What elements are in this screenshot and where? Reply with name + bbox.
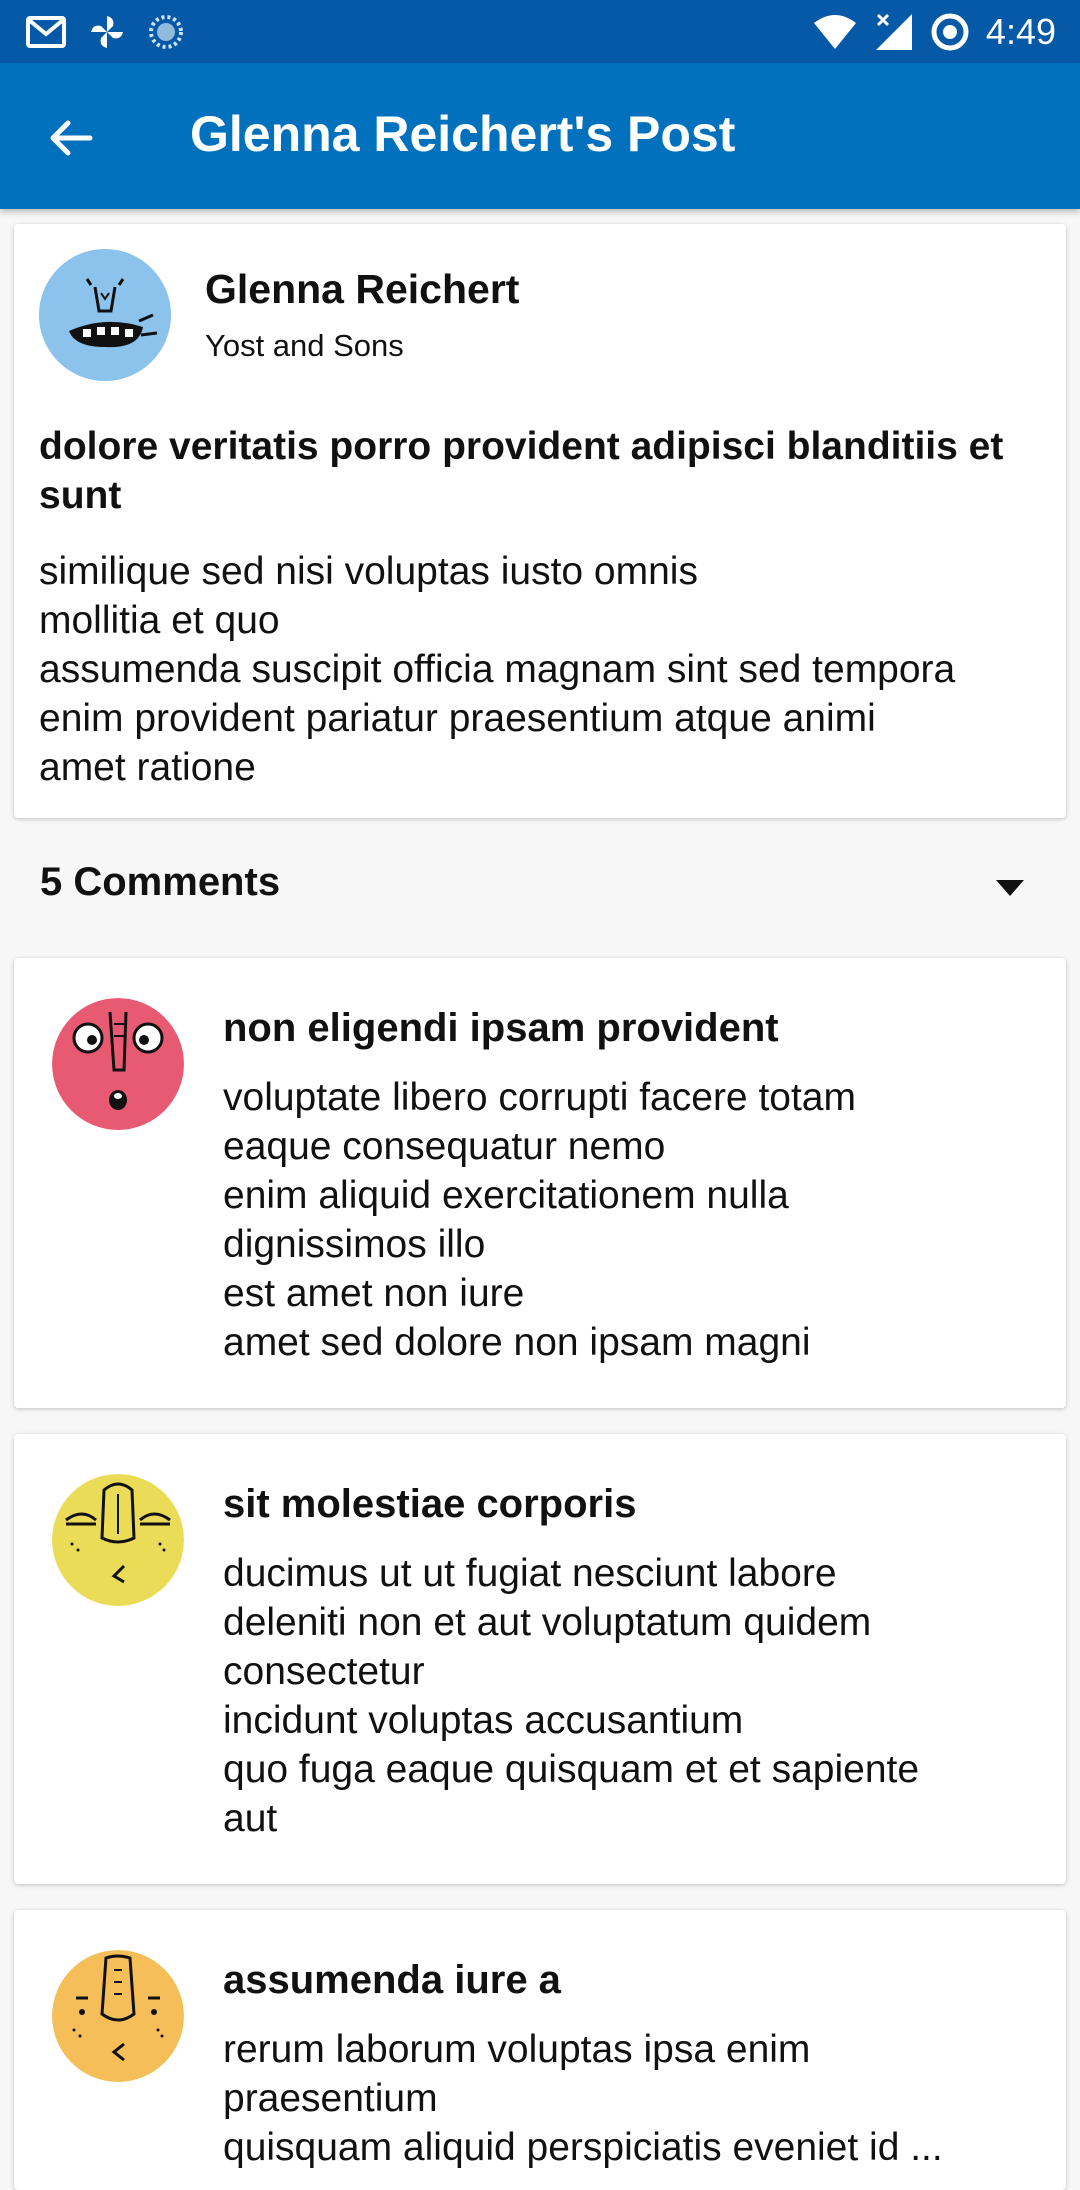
sync-icon — [149, 15, 183, 49]
caret-down-icon — [996, 880, 1024, 896]
comments-toggle-button[interactable] — [990, 868, 1030, 908]
author-avatar[interactable] — [39, 249, 171, 381]
comment-title: assumenda iure a — [223, 1958, 561, 2002]
arrow-back-icon — [50, 120, 93, 156]
data-saver-icon — [931, 13, 969, 51]
comment-body: voluptate libero corrupti facere totam e… — [223, 1076, 856, 1364]
post-body: similique sed nisi voluptas iusto omnis … — [39, 550, 956, 789]
status-right-icons: 4:49 — [812, 10, 1056, 54]
post-title: dolore veritatis porro provident adipisc… — [39, 425, 1004, 517]
calm-face-icon — [52, 1950, 184, 2082]
comment-card: non eligendi ipsam provident voluptate l… — [14, 958, 1066, 1408]
sleepy-face-icon — [52, 1474, 184, 1606]
commenter-avatar[interactable] — [52, 1950, 184, 2082]
status-time: 4:49 — [985, 11, 1056, 52]
mail-icon — [26, 16, 66, 48]
comment-body: ducimus ut ut fugiat nesciunt labore del… — [223, 1552, 920, 1840]
author-company: Yost and Sons — [205, 328, 404, 363]
post-card: Glenna Reichert Yost and Sons dolore ver… — [14, 224, 1066, 818]
status-bar: 4:49 — [0, 0, 1080, 63]
commenter-avatar[interactable] — [52, 1474, 184, 1606]
wifi-icon — [813, 15, 856, 49]
commenter-avatar[interactable] — [52, 998, 184, 1130]
comment-card: assumenda iure a rerum laborum voluptas … — [14, 1910, 1066, 2190]
page-title: Glenna Reichert's Post — [190, 106, 736, 162]
surprised-face-icon — [52, 998, 184, 1130]
comment-card: sit molestiae corporis ducimus ut ut fug… — [14, 1434, 1066, 1884]
monster-face-icon — [39, 249, 171, 381]
cell-signal-icon — [875, 13, 912, 50]
pinwheel-icon — [91, 16, 123, 48]
author-name[interactable]: Glenna Reichert — [205, 266, 519, 313]
comment-title: non eligendi ipsam provident — [223, 1006, 779, 1050]
status-left-icons — [26, 12, 184, 52]
comment-body: rerum laborum voluptas ipsa enim praesen… — [223, 2028, 943, 2169]
app-bar: Glenna Reichert's Post — [0, 63, 1080, 209]
back-button[interactable] — [40, 107, 102, 169]
comment-title: sit molestiae corporis — [223, 1482, 637, 1526]
comments-count-header[interactable]: 5 Comments — [40, 860, 280, 905]
